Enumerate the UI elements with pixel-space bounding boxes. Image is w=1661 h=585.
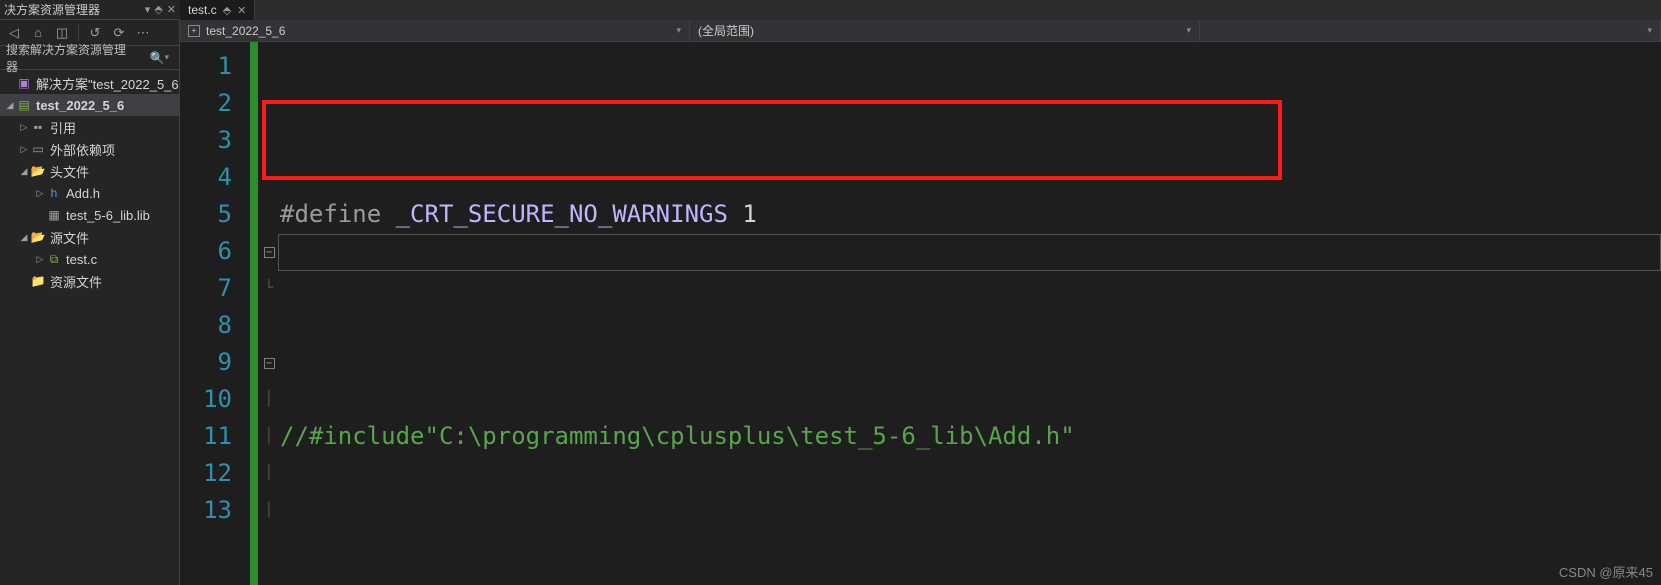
- fold-toggle-icon[interactable]: −: [264, 247, 275, 258]
- divider: [78, 25, 79, 41]
- tab-test-c[interactable]: test.c ⬘ ✕: [180, 0, 255, 20]
- expand-icon[interactable]: ▷: [34, 188, 46, 199]
- tree-headers-folder[interactable]: ◢ 📂 头文件: [0, 160, 179, 182]
- dropdown-icon[interactable]: ▾: [145, 3, 151, 16]
- nav-member-dropdown[interactable]: ▾: [1200, 20, 1661, 41]
- chevron-down-icon: ▾: [1647, 25, 1652, 36]
- tree-test-c[interactable]: ▷ ⧉ test.c: [0, 248, 179, 270]
- project-icon: ▤: [16, 98, 32, 112]
- annotation-highlight: [262, 100, 1282, 180]
- history-icon[interactable]: ↺: [87, 25, 103, 41]
- more-icon[interactable]: ⋯: [135, 25, 151, 41]
- tree-external-deps[interactable]: ▷ ▭ 外部依赖项: [0, 138, 179, 160]
- nav-scope-dropdown[interactable]: (全局范围) ▾: [690, 20, 1200, 41]
- solution-tree: ▣ 解决方案"test_2022_5_6 ◢ ▤ test_2022_5_6 ▷…: [0, 70, 179, 585]
- editor-area: + test_2022_5_6 ▾ (全局范围) ▾ ▾ 1 2 3 4 5 6…: [180, 20, 1661, 585]
- c-file-icon: ⧉: [46, 252, 62, 267]
- references-icon: ▪▪: [30, 120, 46, 134]
- change-margin: [250, 42, 258, 585]
- tree-add-h[interactable]: ▷ h Add.h: [0, 182, 179, 204]
- expand-icon[interactable]: ▷: [18, 122, 30, 133]
- h-file-icon: h: [46, 186, 62, 200]
- switch-views-icon[interactable]: ◫: [54, 25, 70, 41]
- folder-icon: 📁: [30, 274, 46, 288]
- nav-bar: + test_2022_5_6 ▾ (全局范围) ▾ ▾: [180, 20, 1661, 42]
- search-dropdown-icon[interactable]: ▾: [164, 52, 169, 63]
- home-icon[interactable]: ⌂: [30, 25, 46, 41]
- expand-icon[interactable]: ▷: [18, 144, 30, 155]
- project-square-icon: +: [188, 25, 200, 37]
- tab-label: test.c: [188, 3, 217, 17]
- current-line-highlight: [278, 234, 1661, 271]
- tree-lib-file[interactable]: ▦ test_5-6_lib.lib: [0, 204, 179, 226]
- pin-tab-icon[interactable]: ⬘: [223, 4, 231, 17]
- back-icon[interactable]: ◁: [6, 25, 22, 41]
- collapse-icon[interactable]: ◢: [4, 100, 16, 111]
- close-tab-icon[interactable]: ✕: [237, 4, 246, 17]
- folder-open-icon: 📂: [30, 230, 46, 244]
- chevron-down-icon: ▾: [676, 25, 681, 36]
- close-panel-icon[interactable]: ✕: [167, 3, 176, 16]
- code-content[interactable]: #define _CRT_SECURE_NO_WARNINGS 1 //#inc…: [280, 42, 1661, 585]
- tree-solution[interactable]: ▣ 解决方案"test_2022_5_6: [0, 72, 179, 94]
- line-number-gutter: 1 2 3 4 5 6 7 8 9 10 11 12 13: [180, 42, 250, 585]
- panel-title: 决方案资源管理器: [4, 1, 100, 18]
- solution-explorer-panel: ◁ ⌂ ◫ ↺ ⟳ ⋯ 搜索解决方案资源管理器 🔍 ▾ ▣ 解决方案"test_…: [0, 20, 180, 585]
- folder-open-icon: 📂: [30, 164, 46, 178]
- tree-references[interactable]: ▷ ▪▪ 引用: [0, 116, 179, 138]
- lib-file-icon: ▦: [46, 208, 62, 222]
- pin-icon[interactable]: ⬘: [154, 3, 162, 16]
- tree-resources-folder[interactable]: 📁 资源文件: [0, 270, 179, 292]
- code-editor[interactable]: 1 2 3 4 5 6 7 8 9 10 11 12 13 − └ −: [180, 42, 1661, 585]
- collapse-icon[interactable]: ◢: [18, 232, 30, 243]
- nav-project-dropdown[interactable]: + test_2022_5_6 ▾: [180, 20, 690, 41]
- chevron-down-icon: ▾: [1186, 25, 1191, 36]
- external-icon: ▭: [30, 142, 46, 156]
- fold-column: − └ − ││││: [258, 42, 280, 585]
- expand-icon[interactable]: ▷: [34, 254, 46, 265]
- solution-icon: ▣: [16, 76, 32, 90]
- tree-sources-folder[interactable]: ◢ 📂 源文件: [0, 226, 179, 248]
- collapse-icon[interactable]: ◢: [18, 166, 30, 177]
- refresh-icon[interactable]: ⟳: [111, 25, 127, 41]
- tree-project[interactable]: ◢ ▤ test_2022_5_6: [0, 94, 179, 116]
- solution-search-row[interactable]: 搜索解决方案资源管理器 🔍 ▾: [0, 46, 179, 70]
- fold-toggle-icon[interactable]: −: [264, 358, 275, 369]
- solution-explorer-title-bar: 决方案资源管理器 ▾ ⬘ ✕: [0, 0, 180, 20]
- watermark: CSDN @原来45: [1559, 562, 1653, 581]
- search-icon[interactable]: 🔍: [150, 51, 165, 65]
- editor-tabs-bar: test.c ⬘ ✕: [180, 0, 1661, 20]
